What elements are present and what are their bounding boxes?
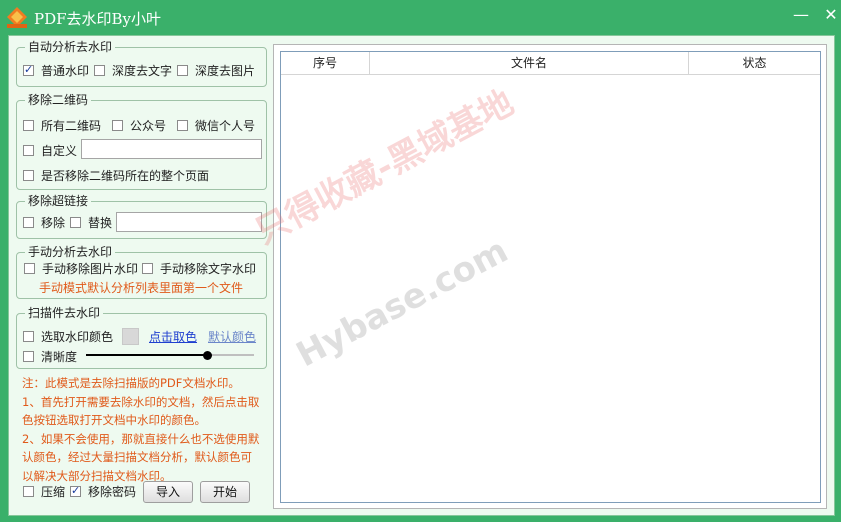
manual-hint: 手动模式默认分析列表里面第一个文件	[39, 281, 244, 295]
manual-image-checkbox[interactable]	[24, 263, 35, 274]
custom-qr-checkbox[interactable]	[23, 145, 34, 156]
file-list[interactable]: 序号 文件名 状态	[280, 51, 821, 503]
deep-text-checkbox[interactable]	[94, 65, 105, 76]
deep-image-checkbox[interactable]	[177, 65, 188, 76]
group-legend: 手动分析去水印	[25, 245, 116, 259]
default-color-link[interactable]: 默认颜色	[208, 330, 256, 344]
all-qr-label: 所有二维码	[41, 119, 102, 133]
group-legend: 移除超链接	[25, 194, 92, 208]
custom-qr-label: 自定义	[41, 144, 78, 158]
group-legend: 自动分析去水印	[25, 40, 116, 54]
file-list-header: 序号 文件名 状态	[281, 52, 820, 75]
pick-color-checkbox[interactable]	[23, 331, 34, 342]
note-line-3: 2、如果不会使用，那就直接什么也不选使用默认颜色，经过大量扫描文档分析，默认颜色…	[22, 431, 260, 483]
clarity-checkbox[interactable]	[23, 351, 34, 362]
start-button[interactable]: 开始	[200, 481, 250, 503]
clarity-slider-thumb[interactable]	[203, 351, 212, 360]
remove-password-checkbox[interactable]	[70, 484, 81, 497]
pick-color-label: 选取水印颜色	[41, 330, 114, 344]
minimize-icon[interactable]: —	[792, 6, 810, 24]
note-line-2: 1、首先打开需要去除水印的文档，然后点击取色按钮选取打开文档中水印的颜色。	[22, 394, 260, 428]
note-line-1: 注：此模式是去除扫描版的PDF文档水印。	[22, 376, 240, 390]
group-legend: 扫描件去水印	[25, 306, 104, 320]
wechat-personal-checkbox[interactable]	[177, 120, 188, 131]
import-button[interactable]: 导入	[143, 481, 193, 503]
scan-note: 注：此模式是去除扫描版的PDF文档水印。 1、首先打开需要去除水印的文档，然后点…	[22, 374, 260, 485]
manual-image-label: 手动移除图片水印	[42, 262, 139, 276]
color-swatch	[122, 328, 139, 345]
deep-text-label: 深度去文字	[112, 64, 173, 78]
public-account-checkbox[interactable]	[112, 120, 123, 131]
remove-page-label: 是否移除二维码所在的整个页面	[41, 169, 210, 183]
compress-checkbox[interactable]	[23, 486, 34, 497]
column-header-status[interactable]: 状态	[689, 52, 820, 74]
all-qr-checkbox[interactable]	[23, 120, 34, 131]
app-window: PDF去水印By小叶 — ✕ 自动分析去水印 普通水印 深度去文字 深度去图片 …	[0, 0, 841, 522]
wechat-personal-label: 微信个人号	[195, 119, 256, 133]
remove-page-checkbox[interactable]	[23, 170, 34, 181]
replace-link-checkbox[interactable]	[70, 217, 81, 228]
replace-link-input[interactable]	[116, 212, 262, 232]
column-header-index[interactable]: 序号	[281, 52, 370, 74]
manual-text-label: 手动移除文字水印	[160, 262, 257, 276]
normal-watermark-label: 普通水印	[41, 64, 90, 78]
normal-watermark-checkbox[interactable]	[23, 63, 34, 76]
manual-text-checkbox[interactable]	[142, 263, 153, 274]
public-account-label: 公众号	[130, 119, 167, 133]
compress-label: 压缩	[41, 485, 66, 499]
custom-qr-input[interactable]	[81, 139, 262, 159]
clarity-slider-track	[86, 354, 207, 356]
clarity-slider-rest	[207, 354, 254, 356]
app-diamond-icon	[7, 7, 27, 28]
remove-link-label: 移除	[41, 216, 66, 230]
clarity-label: 清晰度	[41, 350, 78, 364]
column-header-filename[interactable]: 文件名	[370, 52, 689, 74]
replace-link-label: 替换	[88, 216, 113, 230]
remove-password-label: 移除密码	[88, 485, 137, 499]
remove-link-checkbox[interactable]	[23, 217, 34, 228]
pick-color-link[interactable]: 点击取色	[149, 330, 197, 344]
window-title: PDF去水印By小叶	[34, 10, 162, 28]
title-bar[interactable]: PDF去水印By小叶 — ✕	[0, 0, 841, 34]
close-icon[interactable]: ✕	[822, 6, 840, 24]
deep-image-label: 深度去图片	[195, 64, 256, 78]
group-legend: 移除二维码	[25, 93, 92, 107]
